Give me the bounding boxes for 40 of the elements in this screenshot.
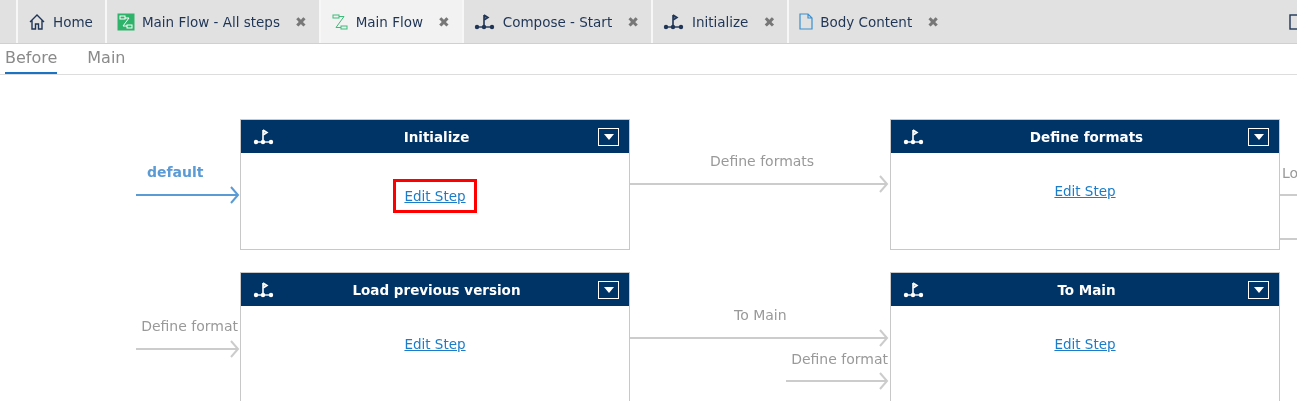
caret-icon	[1253, 286, 1264, 293]
edge-label: Define formats	[710, 153, 815, 169]
document-icon	[799, 13, 814, 30]
caret-icon	[603, 133, 614, 140]
edit-step-link[interactable]: Edit Step	[393, 179, 477, 213]
caret-icon	[603, 286, 614, 293]
close-icon[interactable]: ✖	[438, 13, 450, 30]
step-title: To Main	[1056, 281, 1117, 298]
tab[interactable]: Main Flow ✖	[318, 0, 462, 43]
step-title: Initialize	[402, 128, 471, 145]
flag-step-icon	[662, 12, 685, 31]
flag-step-icon	[253, 280, 275, 299]
flag-step-icon	[253, 127, 275, 146]
flow-icon	[116, 12, 135, 31]
step-title: Define formats	[1028, 128, 1145, 145]
close-icon[interactable]: ✖	[627, 13, 639, 30]
close-icon[interactable]: ✖	[763, 13, 776, 30]
sub-tab[interactable]: Before	[5, 44, 58, 74]
sub-tab[interactable]: Main	[87, 44, 126, 74]
flag-step-icon	[473, 12, 496, 31]
home-icon	[28, 12, 46, 31]
step-title: Load previous version	[351, 281, 522, 298]
dropdown-button[interactable]	[1248, 280, 1269, 299]
caret-icon	[1253, 133, 1264, 140]
close-icon[interactable]: ✖	[927, 13, 939, 30]
dropdown-button[interactable]	[1248, 127, 1269, 146]
flag-step-icon	[903, 127, 925, 146]
dropdown-button[interactable]	[598, 280, 619, 299]
close-icon[interactable]: ✖	[294, 13, 307, 30]
edge-label: Define format	[141, 318, 238, 334]
edge-label: To Main	[734, 307, 787, 323]
edge-label: Lo	[1282, 165, 1297, 181]
flag-step-icon	[903, 280, 925, 299]
edge-label: default	[147, 164, 204, 180]
dropdown-button[interactable]	[598, 127, 619, 146]
edit-step-link[interactable]: Edit Step	[1054, 183, 1116, 199]
edit-step-link[interactable]: Edit Step	[404, 336, 466, 352]
flow-icon	[330, 12, 349, 31]
edge-label: Define format	[791, 351, 888, 367]
edit-step-link[interactable]: Edit Step	[1054, 336, 1116, 352]
